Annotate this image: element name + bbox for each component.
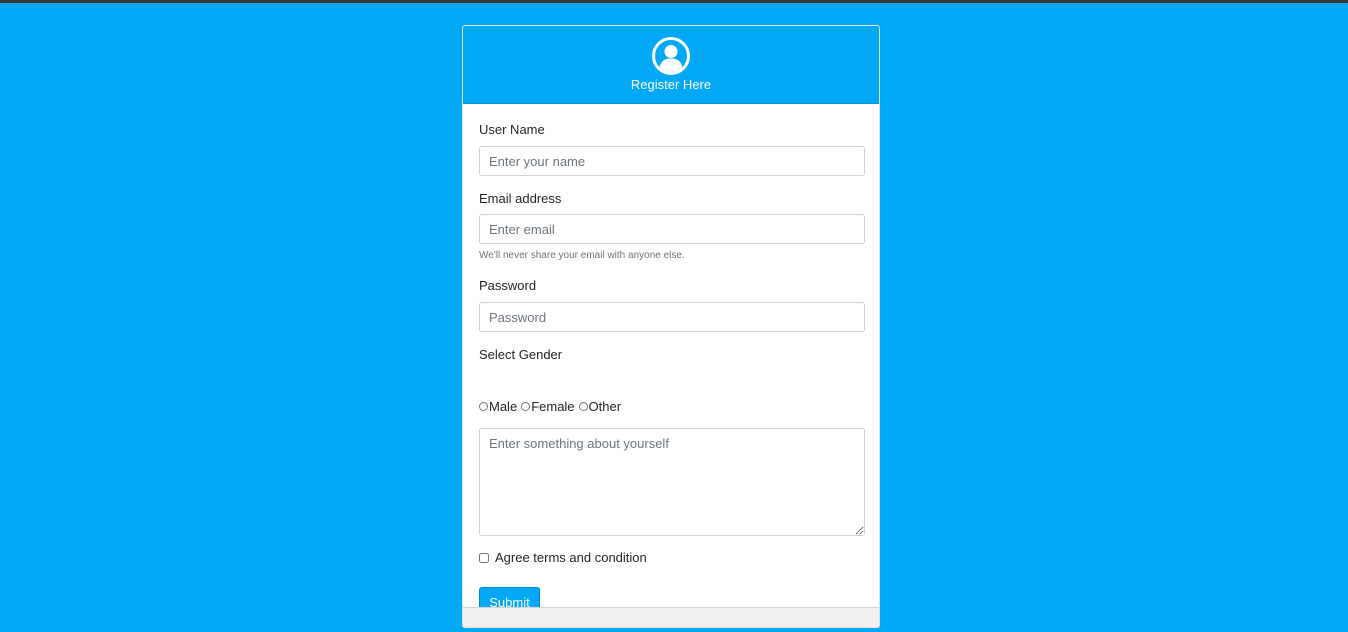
- gender-radio-male[interactable]: [479, 401, 488, 411]
- card-header: Register Here: [463, 26, 879, 104]
- gender-option-female-label[interactable]: Female: [531, 399, 574, 414]
- user-circle-icon: [652, 37, 690, 75]
- gender-label: Select Gender: [479, 347, 563, 362]
- gender-option-male-label[interactable]: Male: [489, 399, 517, 414]
- password-label: Password: [479, 278, 537, 293]
- card-title: Register Here: [630, 77, 712, 92]
- about-textarea[interactable]: [479, 428, 865, 536]
- registration-card: Register Here User Name Email address We…: [462, 25, 880, 628]
- username-input[interactable]: [479, 146, 865, 176]
- browser-top-edge: [0, 0, 1348, 3]
- terms-label[interactable]: Agree terms and condition: [495, 550, 647, 565]
- email-help-text: We'll never share your email with anyone…: [479, 250, 685, 261]
- password-input[interactable]: [479, 302, 865, 332]
- gender-radio-other[interactable]: [578, 401, 588, 411]
- terms-checkbox[interactable]: [479, 552, 489, 563]
- card-footer: [463, 607, 879, 627]
- email-input[interactable]: [479, 214, 865, 244]
- gender-radio-female[interactable]: [521, 401, 531, 411]
- gender-option-other-label[interactable]: Other: [589, 399, 622, 414]
- terms-row: Agree terms and condition: [479, 550, 647, 565]
- email-label: Email address: [479, 191, 562, 206]
- username-label: User Name: [479, 122, 545, 137]
- gender-radio-group: Male Female Other: [479, 397, 625, 415]
